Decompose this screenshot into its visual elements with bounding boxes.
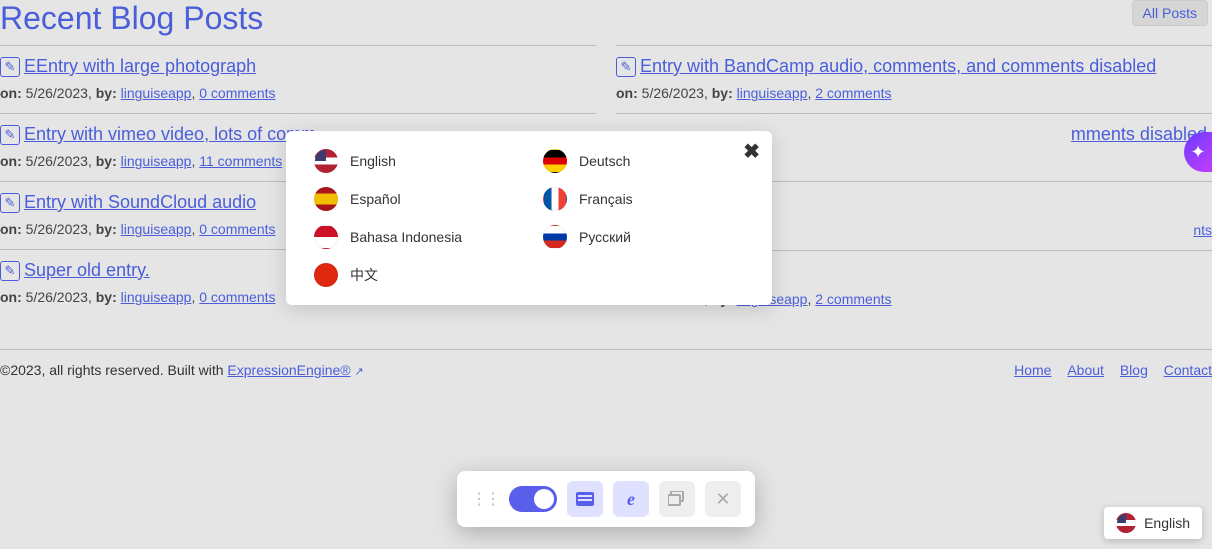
post-author-link[interactable]: linguiseapp — [121, 221, 192, 237]
close-icon[interactable]: ✖ — [743, 139, 760, 164]
language-option-chinese[interactable]: 中文 — [314, 263, 503, 287]
post-comments-link[interactable]: 0 comments — [199, 289, 275, 305]
language-label: Bahasa Indonesia — [350, 229, 462, 245]
card-icon — [576, 492, 594, 506]
footer: ©2023, all rights reserved. Built with E… — [0, 350, 1212, 390]
post-author-link[interactable]: linguiseapp — [121, 153, 192, 169]
language-label: Français — [579, 191, 633, 207]
flag-us-icon — [1116, 513, 1136, 533]
flag-es-icon — [314, 187, 338, 211]
on-label: on: — [0, 85, 22, 101]
expressionengine-link[interactable]: ExpressionEngine® — [227, 362, 350, 378]
all-posts-button[interactable]: All Posts — [1132, 0, 1208, 26]
toolbar-e-button[interactable]: e — [613, 481, 649, 517]
flag-ru-icon — [543, 225, 567, 249]
close-icon: ✕ — [715, 489, 730, 510]
language-option-espanol[interactable]: Español — [314, 187, 503, 211]
footer-link-home[interactable]: Home — [1014, 362, 1051, 378]
edit-icon[interactable]: ✎ — [0, 125, 20, 145]
footer-link-contact[interactable]: Contact — [1164, 362, 1212, 378]
post-title-link[interactable]: Entry with vimeo video, lots of comm — [24, 124, 316, 145]
language-option-russian[interactable]: Русский — [543, 225, 732, 249]
post-date: 5/26/2023 — [26, 153, 88, 169]
copyright-text: ©2023, all rights reserved. Built with — [0, 362, 227, 378]
post-title-link[interactable]: Super old entry. — [24, 260, 150, 281]
drag-handle-icon[interactable]: ⋮⋮ — [471, 489, 499, 509]
post: ✎ Entry with BandCamp audio, comments, a… — [616, 45, 1212, 113]
language-option-english[interactable]: English — [314, 149, 503, 173]
external-link-icon: ↗ — [354, 366, 363, 378]
footer-link-about[interactable]: About — [1067, 362, 1104, 378]
post-comments-link[interactable]: 0 comments — [199, 221, 275, 237]
post: ✎ EEntry with large photograph on: 5/26/… — [0, 45, 596, 113]
flag-cn-icon — [314, 263, 338, 287]
post-comments-link[interactable]: nts — [1193, 222, 1212, 238]
sparkle-icon: ✦ — [1190, 142, 1205, 163]
toolbar-window-button[interactable] — [659, 481, 695, 517]
language-label: Русский — [579, 229, 631, 245]
post-date: 5/26/2023 — [26, 85, 88, 101]
post-comments-link[interactable]: 2 comments — [815, 85, 891, 101]
post-comments-link[interactable]: 0 comments — [199, 85, 275, 101]
post-author-link[interactable]: linguiseapp — [737, 85, 808, 101]
language-modal: ✖ English Deutsch Español Français Bahas… — [286, 131, 772, 305]
flag-us-icon — [314, 149, 338, 173]
toolbar-close-button[interactable]: ✕ — [705, 481, 741, 517]
floating-toolbar: ⋮⋮ e ✕ — [457, 471, 755, 527]
e-icon: e — [627, 489, 635, 510]
language-label: Deutsch — [579, 153, 630, 169]
window-icon — [668, 491, 686, 507]
language-label: 中文 — [350, 265, 378, 285]
post-date: 5/26/2023 — [26, 221, 88, 237]
language-label: Español — [350, 191, 401, 207]
post-title-link[interactable]: Entry with BandCamp audio, comments, and… — [640, 56, 1156, 77]
edit-icon[interactable]: ✎ — [0, 57, 20, 77]
language-button-label: English — [1144, 515, 1190, 531]
post-author-link[interactable]: linguiseapp — [121, 85, 192, 101]
language-label: English — [350, 153, 396, 169]
by-label: by: — [96, 85, 117, 101]
post-date: 5/26/2023 — [642, 85, 704, 101]
language-option-deutsch[interactable]: Deutsch — [543, 149, 732, 173]
edit-icon[interactable]: ✎ — [616, 57, 636, 77]
flag-id-icon — [314, 225, 338, 249]
footer-link-blog[interactable]: Blog — [1120, 362, 1148, 378]
toolbar-card-button[interactable] — [567, 481, 603, 517]
language-option-francais[interactable]: Français — [543, 187, 732, 211]
edit-icon[interactable]: ✎ — [0, 261, 20, 281]
language-option-indonesia[interactable]: Bahasa Indonesia — [314, 225, 503, 249]
post-date: 5/26/2023 — [26, 289, 88, 305]
toolbar-toggle[interactable] — [509, 486, 557, 512]
page-title: Recent Blog Posts — [0, 0, 263, 37]
post-comments-link[interactable]: 2 comments — [815, 291, 891, 307]
language-button[interactable]: English — [1104, 507, 1202, 539]
flag-de-icon — [543, 149, 567, 173]
flag-fr-icon — [543, 187, 567, 211]
post-author-link[interactable]: linguiseapp — [121, 289, 192, 305]
edit-icon[interactable]: ✎ — [0, 193, 20, 213]
post-title-link[interactable]: Entry with SoundCloud audio — [24, 192, 256, 213]
post-title-link[interactable]: EEntry with large photograph — [24, 56, 256, 77]
post-comments-link[interactable]: 11 comments — [199, 153, 282, 169]
